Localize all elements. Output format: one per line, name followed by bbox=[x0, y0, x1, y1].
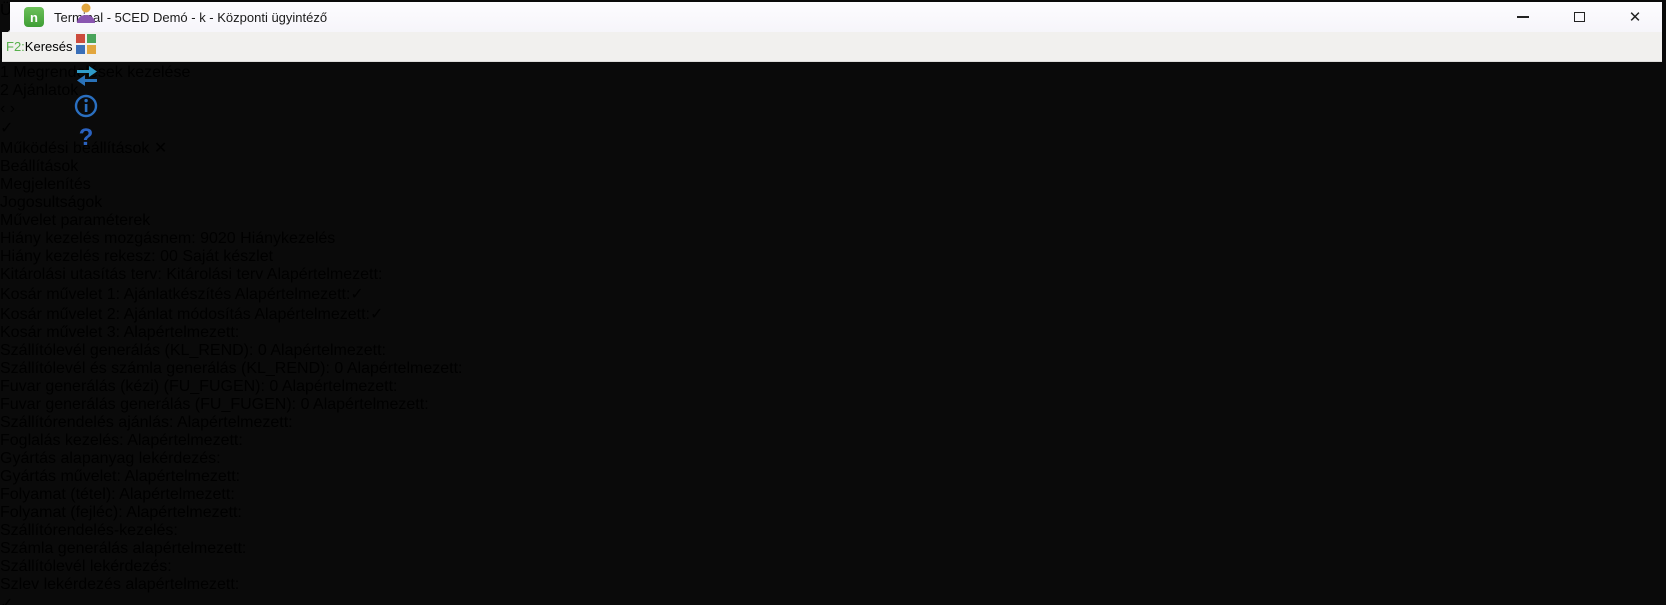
szallitolevel-generalas-count-combo[interactable]: 0 bbox=[258, 342, 267, 359]
minimize-icon bbox=[1517, 16, 1529, 18]
hiany-rekesz-value-dropdown[interactable]: Saját készlet bbox=[182, 248, 273, 265]
row-name: Megrendelések kezelése bbox=[13, 64, 191, 81]
field-label: Kosár művelet 1: bbox=[0, 286, 121, 303]
table-row-selected[interactable]: 2 Ajánlatok bbox=[0, 82, 1666, 100]
field-label: Folyamat (tétel): bbox=[0, 486, 116, 503]
default-label: Alapértelmezett: bbox=[254, 306, 370, 323]
field-label: Hiány kezelés mozgásnem: bbox=[0, 230, 196, 247]
help-icon[interactable]: ? bbox=[73, 124, 101, 155]
field-label: Szállítólevél és számla generálás (KL_RE… bbox=[0, 360, 330, 377]
main-toolbar: F2:Keresés ? bbox=[2, 3, 1662, 151]
field-label: Foglalás kezelés: bbox=[0, 432, 124, 449]
default-checkbox-checked[interactable]: ✓ bbox=[370, 306, 383, 323]
default-label: Alapértelmezett: bbox=[281, 378, 398, 395]
scroll-right-icon[interactable]: › bbox=[10, 100, 15, 117]
field-label: Kosár művelet 2: bbox=[0, 306, 121, 323]
default-label: Alapértelmezett: bbox=[119, 486, 235, 503]
tab-jogosultsagok[interactable]: Jogosultságok bbox=[0, 194, 1666, 212]
default-label: Alapértelmezett: bbox=[266, 266, 383, 283]
field-label: Kitárolási utasítás terv: bbox=[0, 266, 162, 283]
field-label: Folyamat (fejléc): bbox=[0, 504, 123, 521]
tab-megjelenites[interactable]: Megjelenítés bbox=[0, 176, 1666, 194]
field-label: Hiány kezelés rekesz: bbox=[0, 248, 156, 265]
default-checkbox-checked[interactable]: ✓ bbox=[350, 286, 363, 303]
search-hotkey-hint[interactable]: F2:Keresés bbox=[6, 39, 73, 54]
default-label: Alapértelmezett: bbox=[123, 324, 240, 341]
settings-close-icon[interactable]: ✕ bbox=[154, 140, 167, 157]
sync-arrows-icon[interactable] bbox=[73, 62, 101, 93]
hiany-rekesz-code-combo[interactable]: 00 bbox=[160, 248, 178, 265]
settings-tabs: Beállítások Megjelenítés Jogosultságok M… bbox=[0, 158, 1666, 230]
confirm-check-icon[interactable]: ✓ bbox=[0, 594, 1666, 605]
default-label: Alapértelmezett: bbox=[124, 468, 241, 485]
kitarolasi-terv-dropdown[interactable]: Kitárolási terv bbox=[166, 266, 263, 283]
hotkey-action-label: Keresés bbox=[24, 39, 73, 54]
field-label: Fuvar generálás (kézi) (FU_FUGEN): bbox=[0, 378, 265, 395]
field-label: Szállítórendelés ajánlás: bbox=[0, 414, 174, 431]
fuvar-kezi-count-combo[interactable]: 0 bbox=[269, 378, 278, 395]
default-label: Alapértelmezett: bbox=[234, 286, 351, 303]
close-icon: ✕ bbox=[1628, 8, 1642, 26]
title-bar: n Terminal - 5CED Demó - k - Központi üg… bbox=[10, 2, 1662, 32]
scroll-left-icon[interactable]: ‹ bbox=[0, 100, 5, 117]
default-label: Alapértelmezett: bbox=[177, 414, 293, 431]
tab-beallitasok[interactable]: Beállítások bbox=[0, 158, 1666, 176]
field-label: Számla generálás alapértelmezett: bbox=[0, 540, 247, 557]
kosar-muvelet-1-dropdown[interactable]: Ajánlatkészítés bbox=[124, 286, 232, 303]
minimize-button[interactable] bbox=[1510, 6, 1536, 28]
fuvar-generalas-count-combo[interactable]: 0 bbox=[301, 396, 310, 413]
row-name: Ajánlatok bbox=[12, 82, 79, 99]
default-label: Alapértelmezett: bbox=[270, 342, 386, 359]
hiany-mozgasnem-value-dropdown[interactable]: Hiánykezelés bbox=[240, 230, 335, 247]
field-label: Szállítórendelés-kezelés: bbox=[0, 522, 178, 539]
svg-text:?: ? bbox=[78, 124, 93, 150]
default-label: Alapértelmezett: bbox=[127, 432, 243, 449]
settings-form: Hiány kezelés mozgásnem: 9020 Hiánykezel… bbox=[0, 230, 1666, 594]
default-label: Alapértelmezett: bbox=[346, 360, 463, 377]
table-row[interactable]: 1 Megrendelések kezelése bbox=[0, 64, 1666, 82]
szallitolevel-szamla-count-combo[interactable]: 0 bbox=[334, 360, 343, 377]
field-label: Fuvar generálás generálás (FU_FUGEN): bbox=[0, 396, 297, 413]
hotkey-label: F2: bbox=[6, 39, 25, 54]
modules-grid-icon[interactable] bbox=[73, 31, 101, 62]
field-label: Gyártás művelet: bbox=[0, 468, 121, 485]
default-label: Alapértelmezett: bbox=[313, 396, 429, 413]
row-code: 2 bbox=[0, 82, 9, 99]
field-label: Szállítólevél lekérdezés: bbox=[0, 558, 172, 575]
tab-muvelet-parameterek[interactable]: Művelet paraméterek bbox=[0, 212, 1666, 230]
maximize-icon bbox=[1573, 12, 1585, 22]
field-label: Kosár művelet 3: bbox=[0, 324, 121, 341]
default-label: Alapértelmezett: bbox=[126, 504, 242, 521]
settings-panel: Működési beállítások ✕ Beállítások Megje… bbox=[0, 138, 1666, 605]
field-label: Gyártás alapanyag lekérdezés: bbox=[0, 450, 221, 467]
info-icon[interactable] bbox=[73, 93, 101, 124]
kosar-muvelet-2-dropdown[interactable]: Ajánlat módosítás bbox=[124, 306, 251, 323]
field-label: Szlev lekérdezés alapértelmezett: bbox=[0, 576, 240, 593]
row-code: 1 bbox=[0, 64, 9, 81]
table-confirm-icon: ✓ bbox=[0, 120, 14, 137]
maximize-button[interactable] bbox=[1566, 6, 1592, 28]
field-label: Szállítólevél generálás (KL_REND): bbox=[0, 342, 254, 359]
close-button[interactable]: ✕ bbox=[1622, 6, 1648, 28]
hiany-mozgasnem-code-combo[interactable]: 9020 bbox=[200, 230, 236, 247]
table-horizontal-scrollbar[interactable]: ‹ › bbox=[0, 100, 1666, 118]
main-workspace: Ügyletkezelés paraméterek és lekérdezés … bbox=[0, 0, 1666, 605]
user-icon[interactable] bbox=[73, 0, 101, 31]
app-logo-icon: n bbox=[24, 7, 44, 27]
